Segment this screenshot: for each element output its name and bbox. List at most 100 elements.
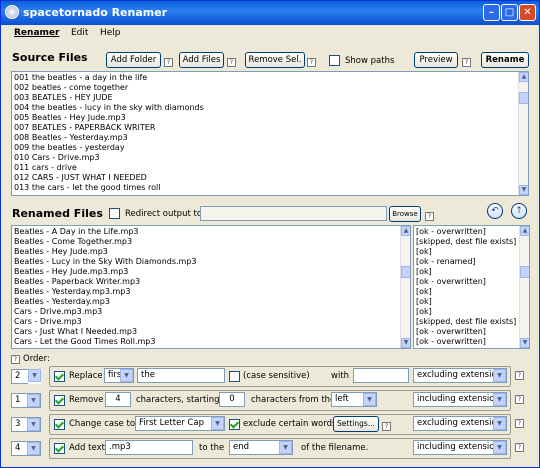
scroll-up-icon[interactable]: ▲ <box>401 226 410 236</box>
title-bar[interactable]: spacetornado Renamer – □ ✕ <box>1 1 539 25</box>
source-file-item[interactable]: 008 Beatles - Yesterday.mp3 <box>12 133 528 143</box>
add-files-button[interactable]: Add Files <box>179 52 224 68</box>
add-folder-button[interactable]: Add Folder <box>106 52 161 68</box>
help-icon[interactable]: ? <box>462 58 471 67</box>
scroll-up-icon[interactable]: ▲ <box>519 72 528 82</box>
remove-side-select[interactable]: left ▼ <box>331 392 377 407</box>
renamed-file-item[interactable]: Beatles - Lucy in the Sky With Diamonds.… <box>12 257 410 267</box>
add-position-select[interactable]: end ▼ <box>229 440 293 455</box>
scroll-thumb[interactable] <box>519 92 528 104</box>
browse-button[interactable]: Browse <box>389 206 421 222</box>
help-icon[interactable]: ? <box>227 58 236 67</box>
source-file-item[interactable]: 010 Cars - Drive.mp3 <box>12 153 528 163</box>
rename-status-item[interactable]: [ok] <box>414 267 529 277</box>
order-select[interactable]: 1 ▼ <box>11 393 41 408</box>
maximize-button[interactable]: □ <box>501 4 518 21</box>
renamed-file-list[interactable]: Beatles - A Day in the Life.mp3 Beatles -… <box>11 225 411 349</box>
rename-status-item[interactable]: [ok - renamed] <box>414 257 529 267</box>
case-sensitive-checkbox[interactable] <box>229 371 240 382</box>
help-icon[interactable]: ? <box>515 371 524 380</box>
source-file-item[interactable]: 002 beatles - come together <box>12 83 528 93</box>
extension-select[interactable]: including extension ▼ <box>413 440 507 455</box>
rename-status-item[interactable]: [ok - overwritten] <box>414 337 529 347</box>
renamed-file-item[interactable]: Cars - Just What I Needed.mp3 <box>12 327 410 337</box>
rename-status-item[interactable]: [ok] <box>414 247 529 257</box>
extension-select[interactable]: including extension ▼ <box>413 392 507 407</box>
redirect-output-field[interactable] <box>200 206 387 221</box>
rename-status-item[interactable]: [ok - overwritten] <box>414 327 529 337</box>
scroll-thumb[interactable] <box>401 266 410 278</box>
redirect-output-checkbox[interactable] <box>109 208 120 219</box>
extension-select[interactable]: excluding extension ▼ <box>413 416 507 431</box>
renamed-file-item[interactable]: Cars - Let the Good Times Roll.mp3 <box>12 337 410 347</box>
add-text-checkbox[interactable] <box>54 443 65 454</box>
scroll-thumb[interactable] <box>520 266 529 278</box>
exclude-words-checkbox[interactable] <box>229 419 240 430</box>
close-button[interactable]: ✕ <box>519 4 536 21</box>
renamed-file-item[interactable]: Beatles - A Day in the Life.mp3 <box>12 227 410 237</box>
replace-checkbox[interactable] <box>54 371 65 382</box>
source-file-item[interactable]: 001 the beatles - a day in the life <box>12 73 528 83</box>
source-file-item[interactable]: 005 Beatles - Hey Jude.mp3 <box>12 113 528 123</box>
case-style-select[interactable]: First Letter Cap ▼ <box>135 416 225 431</box>
replace-occurrence-select[interactable]: first ▼ <box>104 368 134 383</box>
renamed-file-item[interactable]: Beatles - Come Together.mp3 <box>12 237 410 247</box>
renamed-file-item[interactable]: Beatles - Paperback Writer.mp3 <box>12 277 410 287</box>
remove-start-input[interactable]: 0 <box>219 392 245 407</box>
up-arrow-icon[interactable]: ↑ <box>511 203 527 219</box>
minimize-button[interactable]: – <box>483 4 500 21</box>
source-file-item[interactable]: 003 BEATLES - HEY JUDE <box>12 93 528 103</box>
rename-status-item[interactable]: [ok - overwritten] <box>414 227 529 237</box>
scroll-down-icon[interactable]: ▼ <box>520 338 529 348</box>
status-list[interactable]: [ok - overwritten] [skipped, dest file ex… <box>413 225 530 349</box>
scroll-up-icon[interactable]: ▲ <box>520 226 529 236</box>
remove-count-input[interactable]: 4 <box>105 392 131 407</box>
undo-icon[interactable]: ↶ <box>487 203 503 219</box>
menu-help[interactable]: Help <box>100 28 121 38</box>
rename-status-item[interactable]: [ok] <box>414 287 529 297</box>
scroll-down-icon[interactable]: ▼ <box>519 185 528 195</box>
remove-selected-button[interactable]: Remove Sel. <box>245 52 305 68</box>
show-paths-checkbox[interactable] <box>329 55 340 66</box>
renamed-file-item[interactable]: Beatles - Yesterday.mp3.mp3 <box>12 287 410 297</box>
rename-button[interactable]: Rename <box>481 52 529 68</box>
renamed-file-item[interactable]: Beatles - Hey Jude.mp3 <box>12 247 410 257</box>
scroll-down-icon[interactable]: ▼ <box>401 338 410 348</box>
source-file-item[interactable]: 004 the beatles - lucy in the sky with d… <box>12 103 528 113</box>
extension-select[interactable]: excluding extension ▼ <box>413 368 507 383</box>
renamed-file-item[interactable]: Cars - Drive.mp3.mp3 <box>12 307 410 317</box>
renamed-scrollbar[interactable]: ▲ ▼ <box>400 226 410 348</box>
renamed-file-item[interactable]: Beatles - Yesterday.mp3 <box>12 297 410 307</box>
settings-button[interactable]: Settings... <box>333 416 379 432</box>
help-icon[interactable]: ? <box>515 395 524 404</box>
order-select[interactable]: 4 ▼ <box>11 441 41 456</box>
source-scrollbar[interactable]: ▲ ▼ <box>518 72 528 195</box>
source-file-item[interactable]: 013 the cars - let the good times roll <box>12 183 528 193</box>
add-text-input[interactable]: .mp3 <box>105 440 193 455</box>
help-icon[interactable]: ? <box>382 422 391 431</box>
source-file-list[interactable]: 001 the beatles - a day in the life 002 b… <box>11 71 529 196</box>
renamed-file-item[interactable]: Beatles - Hey Jude.mp3.mp3 <box>12 267 410 277</box>
source-file-item[interactable]: 007 BEATLES - PAPERBACK WRITER <box>12 123 528 133</box>
source-file-item[interactable]: 012 CARS - JUST WHAT I NEEDED <box>12 173 528 183</box>
replace-find-input[interactable]: the <box>137 368 225 383</box>
help-icon[interactable]: ? <box>425 212 434 221</box>
order-select[interactable]: 3 ▼ <box>11 417 41 432</box>
source-file-item[interactable]: 011 cars - drive <box>12 163 528 173</box>
source-file-item[interactable]: 009 the beatles - yesterday <box>12 143 528 153</box>
rename-status-item[interactable]: [ok] <box>414 297 529 307</box>
menu-renamer[interactable]: Renamer <box>14 28 59 38</box>
help-icon[interactable]: ? <box>11 355 20 364</box>
help-icon[interactable]: ? <box>164 58 173 67</box>
menu-edit[interactable]: Edit <box>71 28 88 38</box>
rename-status-item[interactable]: [ok - overwritten] <box>414 277 529 287</box>
preview-button[interactable]: Preview <box>414 52 458 68</box>
rename-status-item[interactable]: [ok] <box>414 307 529 317</box>
help-icon[interactable]: ? <box>515 419 524 428</box>
rename-status-item[interactable]: [skipped, dest file exists] <box>414 317 529 327</box>
status-scrollbar[interactable]: ▲ ▼ <box>519 226 529 348</box>
rename-status-item[interactable]: [skipped, dest file exists] <box>414 237 529 247</box>
renamed-file-item[interactable]: Cars - Drive.mp3 <box>12 317 410 327</box>
remove-checkbox[interactable] <box>54 395 65 406</box>
replace-with-input[interactable] <box>353 368 409 383</box>
